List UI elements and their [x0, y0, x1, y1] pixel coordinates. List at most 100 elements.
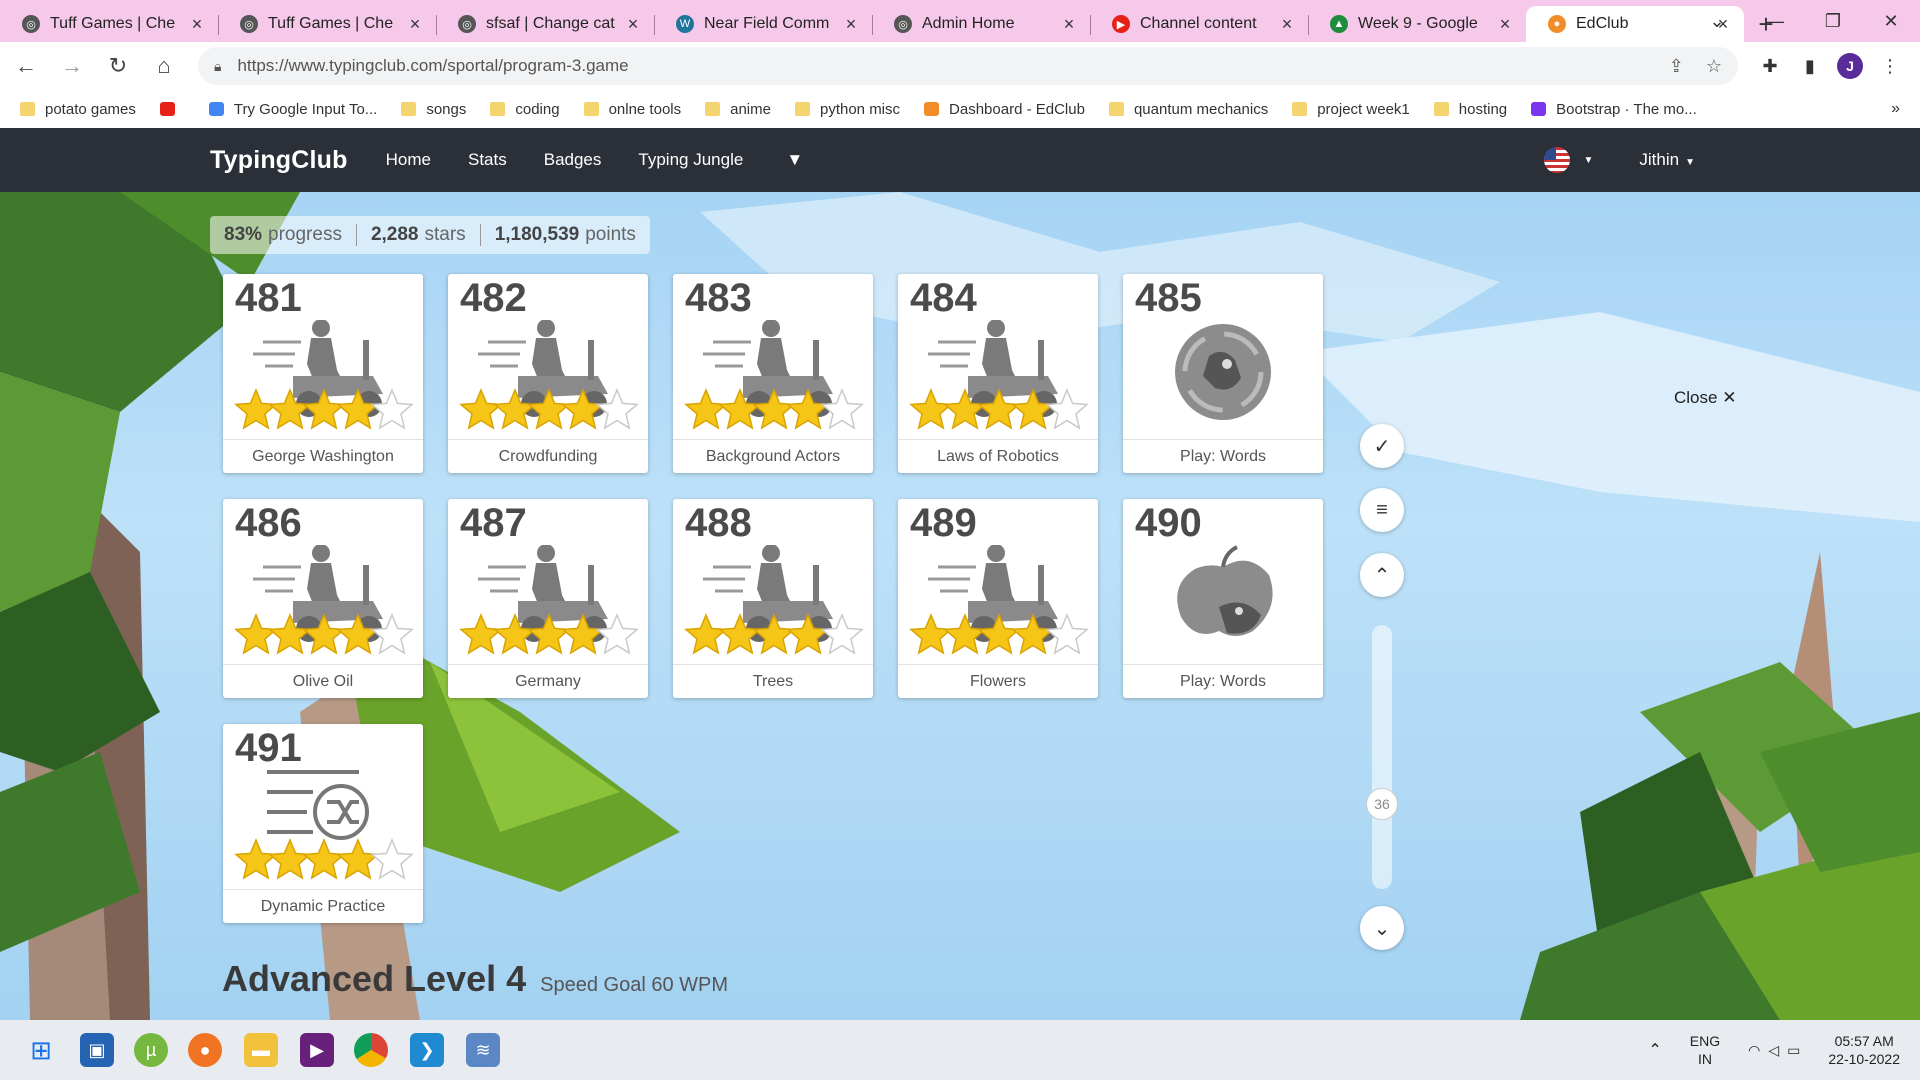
- windows-start-icon[interactable]: ⊞: [24, 1033, 58, 1067]
- language-indicator[interactable]: ENG IN: [1690, 1032, 1720, 1068]
- scooter-rider-icon: [459, 545, 639, 655]
- lesson-card[interactable]: 487 Germany: [448, 499, 648, 698]
- lesson-title: Trees: [673, 664, 873, 698]
- bookmark-item[interactable]: anime: [705, 101, 771, 118]
- volume-icon[interactable]: ◁: [1768, 1042, 1779, 1059]
- tab-close-icon[interactable]: ×: [1494, 14, 1516, 35]
- lesson-card[interactable]: 483 Background Actors: [673, 274, 873, 473]
- bookmark-item[interactable]: [159, 102, 185, 116]
- us-flag-icon[interactable]: [1543, 147, 1570, 173]
- back-icon[interactable]: ←: [6, 46, 46, 86]
- reload-icon[interactable]: ↻: [98, 46, 138, 86]
- tab-close-icon[interactable]: ×: [186, 14, 208, 35]
- browser-tab[interactable]: W Near Field Comm ×: [654, 6, 872, 42]
- bookmark-star-icon[interactable]: ☆: [1706, 56, 1722, 77]
- scroll-down-icon[interactable]: ⌄: [1360, 906, 1404, 950]
- bookmark-item[interactable]: songs: [401, 101, 466, 118]
- browser-tab[interactable]: ◎ Admin Home ×: [872, 6, 1090, 42]
- wifi-icon[interactable]: ◠: [1748, 1042, 1760, 1059]
- check-circle-icon[interactable]: ✓: [1360, 424, 1404, 468]
- tab-title: Near Field Comm: [704, 15, 830, 32]
- scroll-up-icon[interactable]: ⌃: [1360, 553, 1404, 597]
- bookmark-item[interactable]: hosting: [1433, 101, 1507, 118]
- browser-tab[interactable]: ◎ Tuff Games | Che ×: [218, 6, 436, 42]
- profile-avatar[interactable]: J: [1837, 53, 1863, 79]
- browser-toolbar: ← → ↻ ⌂ 🔒︎ https://www.typingclub.com/sp…: [0, 42, 1920, 90]
- battery-icon[interactable]: ▭: [1787, 1042, 1800, 1059]
- bookmark-item[interactable]: Bootstrap · The mo...: [1531, 101, 1697, 118]
- tray-overflow-icon[interactable]: ⌃: [1648, 1040, 1661, 1060]
- lesson-card[interactable]: 486 Olive Oil: [223, 499, 423, 698]
- bookmark-label: python misc: [819, 100, 901, 118]
- bookmark-item[interactable]: onlne tools: [583, 101, 681, 118]
- lesson-card[interactable]: 485 Play: Words: [1123, 274, 1323, 473]
- side-panel-icon[interactable]: ▮: [1790, 46, 1830, 86]
- scooter-rider-icon: [459, 320, 639, 430]
- bookmark-item[interactable]: Dashboard - EdClub: [924, 101, 1085, 118]
- task-manager-icon[interactable]: ≋: [466, 1033, 500, 1067]
- address-bar[interactable]: 🔒︎ https://www.typingclub.com/sportal/pr…: [198, 47, 1738, 85]
- points-label: points: [585, 224, 636, 245]
- lesson-card[interactable]: 489 Flowers: [898, 499, 1098, 698]
- nav-badges[interactable]: Badges: [544, 150, 602, 170]
- vscode-icon[interactable]: ❯: [410, 1033, 444, 1067]
- lesson-card[interactable]: 482 Crowdfunding: [448, 274, 648, 473]
- bookmark-item[interactable]: project week1: [1292, 101, 1410, 118]
- tab-close-icon[interactable]: ×: [840, 14, 862, 35]
- close-window-icon[interactable]: ✕: [1862, 0, 1920, 42]
- tab-close-icon[interactable]: ×: [404, 14, 426, 35]
- browser-menu-icon[interactable]: ⋮: [1870, 46, 1910, 86]
- forward-icon[interactable]: →: [52, 46, 92, 86]
- nav-home[interactable]: Home: [386, 150, 431, 170]
- more-bookmarks-icon[interactable]: »: [1891, 100, 1900, 118]
- lesson-card[interactable]: 488 Trees: [673, 499, 873, 698]
- tab-search-icon[interactable]: ⌄: [1688, 0, 1746, 42]
- menu-list-icon[interactable]: ≡: [1360, 488, 1404, 532]
- bookmark-item[interactable]: quantum mechanics: [1108, 101, 1268, 118]
- tab-close-icon[interactable]: ×: [1276, 14, 1298, 35]
- tab-close-icon[interactable]: ×: [622, 14, 644, 35]
- bookmark-item[interactable]: python misc: [794, 100, 901, 118]
- store-icon[interactable]: ▣: [80, 1033, 114, 1067]
- globe-icon: ◎: [458, 15, 476, 33]
- lesson-card[interactable]: 484 Laws of Robotics: [898, 274, 1098, 473]
- lesson-card[interactable]: 481 George Washington: [223, 274, 423, 473]
- clock[interactable]: 05:57 AM 22-10-2022: [1828, 1032, 1900, 1068]
- nav-stats[interactable]: Stats: [468, 150, 507, 170]
- caret-down-icon[interactable]: ▼: [1584, 155, 1594, 166]
- bookmark-item[interactable]: Try Google Input To...: [208, 101, 377, 118]
- jungle-scene: 83% progress 2,288 stars 1,180,539 point…: [0, 192, 1920, 1020]
- chrome-icon[interactable]: [354, 1033, 388, 1067]
- scroll-position-indicator[interactable]: 36: [1366, 788, 1398, 820]
- firefox-icon[interactable]: ●: [188, 1033, 222, 1067]
- browser-tab[interactable]: ◎ sfsaf | Change cat ×: [436, 6, 654, 42]
- bookmark-item[interactable]: coding: [490, 101, 560, 118]
- user-name: Jithin: [1639, 150, 1680, 169]
- user-menu[interactable]: Jithin ▼: [1639, 150, 1695, 170]
- extensions-icon[interactable]: ✚: [1750, 46, 1790, 86]
- star-filled-icon: [684, 613, 728, 655]
- brand-logo[interactable]: TypingClub: [210, 146, 348, 175]
- browser-tab[interactable]: ▲ Week 9 - Google ×: [1308, 6, 1526, 42]
- bookmark-item[interactable]: potato games: [20, 101, 136, 118]
- browser-tab[interactable]: ◎ Tuff Games | Che ×: [0, 6, 218, 42]
- share-icon[interactable]: ⇪: [1669, 56, 1684, 77]
- lesson-card[interactable]: 491 Dynamic Practice: [223, 724, 423, 923]
- close-button[interactable]: Close ✕: [1674, 388, 1736, 408]
- tab-close-icon[interactable]: ×: [1058, 14, 1080, 35]
- visual-studio-icon[interactable]: ▶: [300, 1033, 334, 1067]
- nav-typing-jungle[interactable]: Typing Jungle ▼: [638, 150, 840, 170]
- browser-tab[interactable]: ▶ Channel content ×: [1090, 6, 1308, 42]
- restore-icon[interactable]: ❐: [1804, 0, 1862, 42]
- lock-icon[interactable]: 🔒︎: [214, 58, 221, 75]
- home-icon[interactable]: ⌂: [144, 46, 184, 86]
- folder-icon: [490, 102, 506, 116]
- minimize-icon[interactable]: —: [1746, 0, 1804, 42]
- lesson-card[interactable]: 490 Play: Words: [1123, 499, 1323, 698]
- scroll-track[interactable]: [1372, 625, 1392, 889]
- utorrent-icon[interactable]: µ: [134, 1033, 168, 1067]
- star-filled-icon: [234, 388, 278, 430]
- stars-value: 2,288: [370, 224, 419, 245]
- file-explorer-icon[interactable]: ▬: [244, 1033, 278, 1067]
- url-text[interactable]: https://www.typingclub.com/sportal/progr…: [237, 56, 1646, 76]
